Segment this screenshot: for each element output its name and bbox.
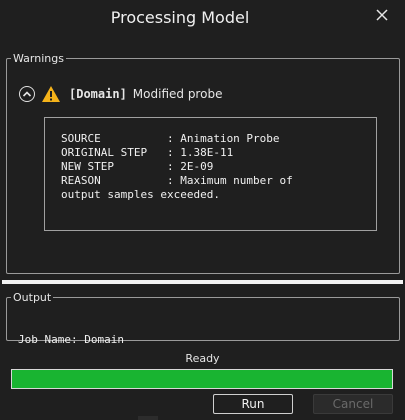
warning-message: Modified probe bbox=[132, 87, 223, 101]
processing-dialog: Processing Model Warnings [Domain] Modif… bbox=[0, 0, 405, 420]
collapse-toggle-button[interactable] bbox=[19, 86, 35, 102]
detail-line-new-step: NEW STEP : 2E-09 bbox=[61, 160, 214, 173]
cancel-button[interactable]: Cancel bbox=[313, 394, 393, 414]
detail-line-reason-cont: output samples exceeded. bbox=[61, 188, 220, 201]
chevron-up-icon bbox=[22, 91, 32, 97]
dialog-title: Processing Model bbox=[110, 8, 250, 27]
detail-line-source: SOURCE : Animation Probe bbox=[61, 132, 280, 145]
resize-grip bbox=[138, 416, 158, 420]
splitter-handle[interactable] bbox=[2, 280, 403, 284]
detail-line-original-step: ORIGINAL STEP : 1.38E-11 bbox=[61, 146, 234, 159]
warning-icon bbox=[42, 86, 60, 102]
job-name-line: Job Name: Domain bbox=[18, 333, 124, 346]
close-button[interactable] bbox=[373, 6, 391, 24]
warnings-legend: Warnings bbox=[13, 52, 64, 65]
progress-bar-fill bbox=[12, 370, 392, 388]
warning-item-header: [Domain] Modified probe bbox=[19, 83, 222, 105]
warnings-group: Warnings [Domain] Modified probe SOURCE … bbox=[6, 52, 400, 274]
progress-bar bbox=[11, 369, 393, 389]
detail-line-reason: REASON : Maximum number of bbox=[61, 174, 293, 187]
warning-details: SOURCE : Animation Probe ORIGINAL STEP : … bbox=[44, 117, 377, 231]
close-icon bbox=[376, 9, 388, 21]
output-legend: Output bbox=[13, 291, 52, 304]
run-button[interactable]: Run bbox=[213, 394, 293, 414]
status-label: Ready bbox=[185, 352, 220, 365]
output-group: Output Job Name: Domain bbox=[6, 291, 400, 346]
warning-source-tag: [Domain] bbox=[69, 87, 127, 101]
